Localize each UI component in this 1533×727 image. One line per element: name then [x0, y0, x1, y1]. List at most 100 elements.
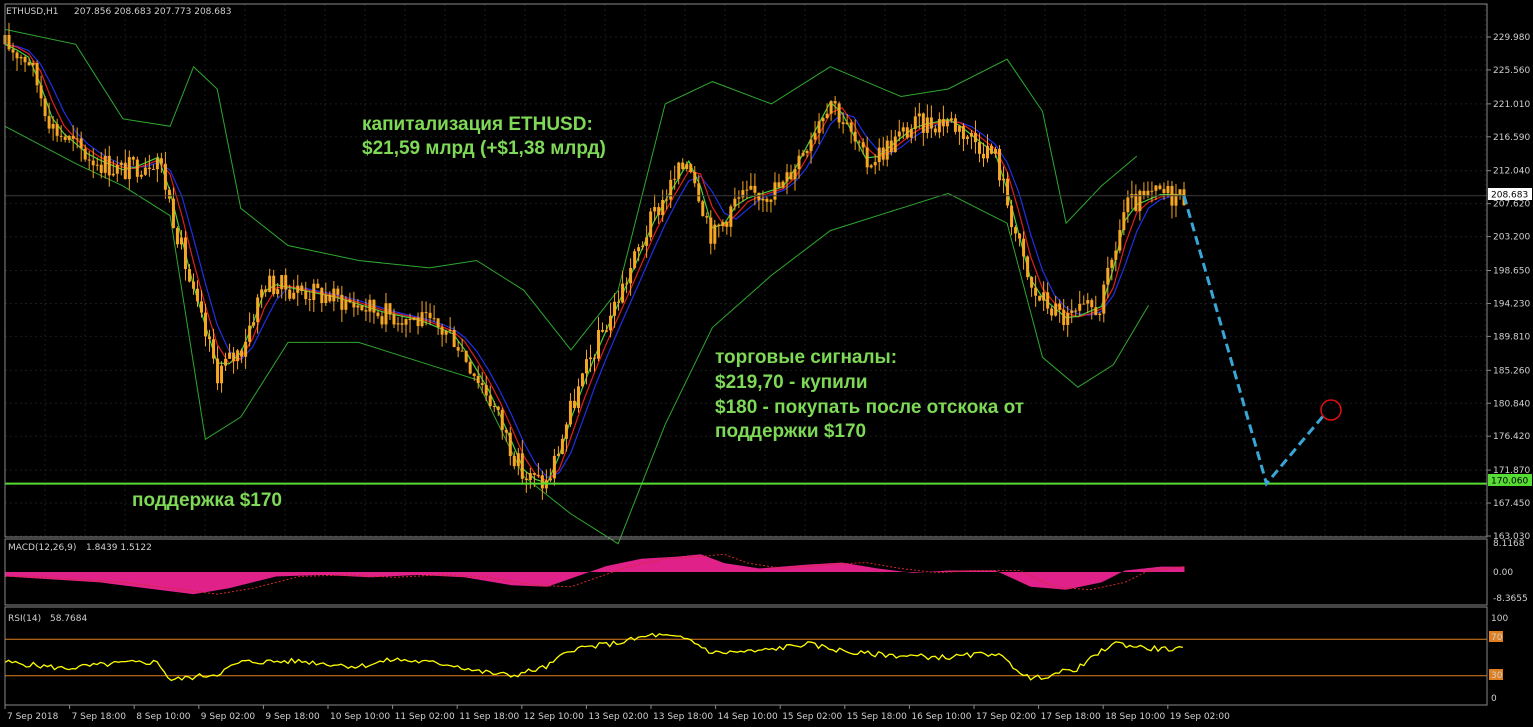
candle-body [91, 160, 95, 166]
candle-body [292, 292, 296, 299]
candle-body [103, 155, 107, 173]
candle-body [917, 113, 921, 117]
candle-body [737, 197, 741, 199]
candle-body [540, 475, 544, 489]
candle-body [1090, 300, 1094, 308]
rsi-tick-label: 100 [1491, 614, 1508, 624]
candle-body [1110, 259, 1114, 268]
signals-title: торговые сигналы: [715, 347, 897, 368]
x-tick-label: 13 Sep 18:00 [653, 712, 713, 722]
candle-body [352, 302, 356, 308]
signal-bought: $219,70 - купили [715, 372, 868, 393]
candle-body [416, 317, 420, 327]
y-tick-label: 194.230 [1493, 299, 1530, 309]
candle-body [621, 283, 625, 303]
candle-body [889, 140, 893, 153]
candle-body [825, 113, 829, 119]
candle-body [629, 267, 633, 284]
candle-body [869, 165, 873, 168]
candle-body [833, 101, 837, 104]
candle-body [175, 228, 179, 245]
candle-body [280, 275, 284, 290]
candle-body [745, 189, 749, 191]
candle-body [444, 330, 448, 335]
candle-body [701, 201, 705, 217]
candle-body [897, 131, 901, 137]
candle-body [709, 217, 713, 244]
y-tick-label: 221.010 [1493, 100, 1530, 110]
x-tick-label: 17 Sep 18:00 [1041, 712, 1101, 722]
candle-body [244, 341, 248, 357]
bollinger-lower-band [4, 125, 1150, 545]
candle-body [913, 116, 917, 129]
y-tick-label: 189.810 [1493, 332, 1530, 342]
candle-body [27, 62, 31, 66]
x-tick-label: 13 Sep 02:00 [588, 712, 648, 722]
candle-body [921, 113, 925, 133]
y-tick-label: 167.450 [1493, 499, 1530, 509]
candle-body [276, 289, 280, 294]
candle-body [480, 383, 484, 385]
candle-body [849, 122, 853, 132]
x-tick-label: 8 Sep 10:00 [136, 712, 191, 722]
candle-body [316, 283, 320, 289]
candle-body [1058, 303, 1062, 310]
x-tick-label: 10 Sep 10:00 [330, 712, 390, 722]
y-tick-label: 203.200 [1493, 233, 1530, 243]
candle-body [969, 133, 973, 137]
macd-panel [4, 553, 1185, 595]
candle-body [552, 455, 556, 479]
candle-body [1162, 188, 1166, 193]
candle-body [396, 323, 400, 325]
candle-body [123, 162, 127, 180]
candle-body [268, 275, 272, 292]
candle-body [7, 35, 11, 50]
y-tick-label: 207.620 [1493, 200, 1530, 210]
candle-body [320, 288, 324, 304]
x-tick-label: 11 Sep 02:00 [395, 712, 455, 722]
candle-body [380, 316, 384, 325]
candle-body [965, 136, 969, 139]
candle-body [195, 288, 199, 302]
candle-body [308, 299, 312, 301]
candle-body [584, 359, 588, 374]
candle-body [1094, 307, 1098, 316]
candle-body [721, 222, 725, 226]
candle-body [1026, 256, 1030, 277]
candle-body [1050, 308, 1054, 316]
candle-body [484, 384, 488, 396]
candle-body [805, 150, 809, 153]
candle-body [1082, 303, 1086, 305]
candle-body [155, 158, 159, 170]
candle-body [725, 222, 729, 227]
candle-body [953, 118, 957, 132]
x-tick-label: 9 Sep 18:00 [265, 712, 320, 722]
candle-body [941, 119, 945, 127]
candle-body [901, 127, 905, 132]
candle-body [147, 167, 151, 170]
candle-body [789, 172, 793, 180]
candle-body [420, 312, 424, 327]
candle-body [986, 145, 989, 159]
candle-body [83, 148, 87, 160]
candle-body [1086, 300, 1090, 304]
candle-body [961, 126, 965, 139]
candle-body [532, 473, 536, 475]
candle-body [135, 159, 139, 177]
candle-body [809, 139, 813, 151]
candle-body [460, 350, 464, 352]
candle-body [548, 478, 552, 481]
candle-body [925, 117, 929, 133]
candle-body [977, 142, 981, 154]
x-tick-label: 12 Sep 10:00 [524, 712, 584, 722]
candle-body [765, 198, 769, 202]
rsi-tick-label: 70 [1491, 633, 1503, 643]
candle-body [87, 159, 91, 161]
y-tick-label: 180.840 [1493, 399, 1530, 409]
candle-body [1150, 190, 1154, 192]
candle-body [1142, 190, 1146, 196]
candle-body [1006, 178, 1010, 206]
candle-body [412, 317, 416, 320]
candle-body [508, 432, 512, 457]
y-tick-label: 216.590 [1493, 133, 1530, 143]
